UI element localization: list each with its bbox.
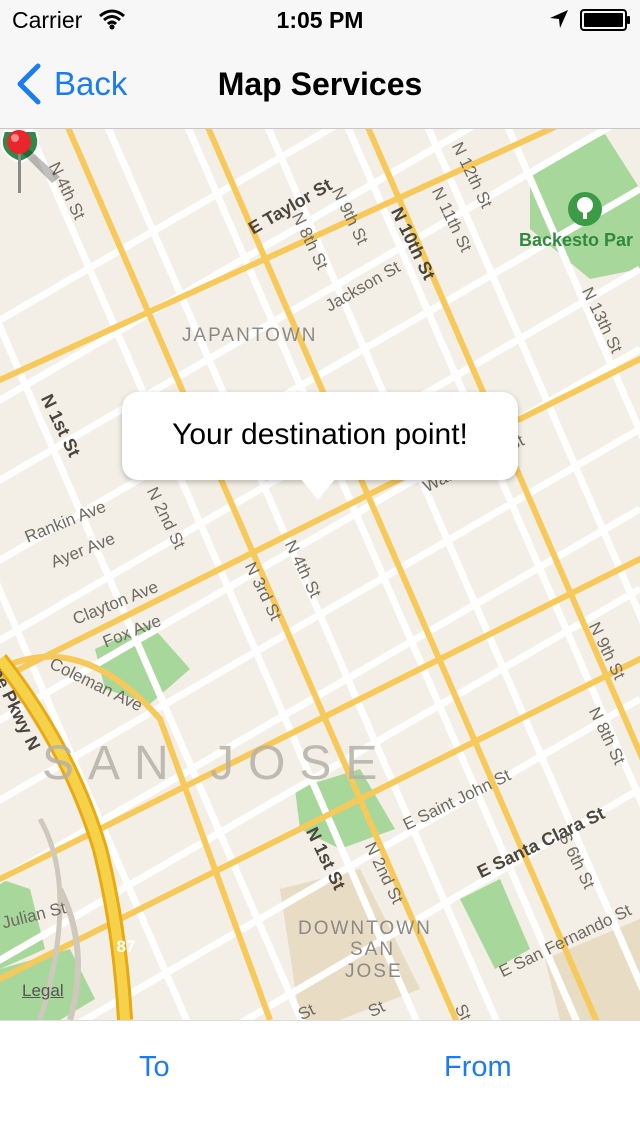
battery-icon [580, 9, 630, 31]
tree-icon [568, 192, 602, 226]
page-title: Map Services [217, 66, 423, 102]
city-label: SAN JOSE [42, 737, 392, 790]
district-label: DOWNTOWN [298, 918, 432, 939]
destination-callout[interactable]: Your destination point! [122, 392, 518, 480]
clock: 1:05 PM [276, 7, 364, 33]
park-label: Backesto Par [519, 230, 634, 250]
status-bar: Carrier 1:05 PM [0, 0, 640, 40]
callout-tail [300, 478, 336, 500]
district-label: JAPANTOWN [182, 325, 318, 346]
highway-number: 87 [116, 937, 136, 956]
navigation-bar: Back Map Services [0, 40, 640, 129]
district-label: SAN [350, 939, 396, 960]
map-pin-icon[interactable] [0, 129, 70, 201]
district-label: JOSE [345, 961, 403, 982]
bottom-toolbar: To From [0, 1020, 640, 1137]
to-button[interactable]: To [139, 1051, 170, 1084]
map-view[interactable]: N 4th St E Taylor St N 9th St N 8th St N… [0, 129, 640, 1020]
legal-link[interactable]: Legal [22, 981, 64, 1001]
location-arrow-icon [550, 10, 568, 28]
callout-text: Your destination point! [172, 418, 468, 451]
from-button[interactable]: From [444, 1051, 512, 1084]
